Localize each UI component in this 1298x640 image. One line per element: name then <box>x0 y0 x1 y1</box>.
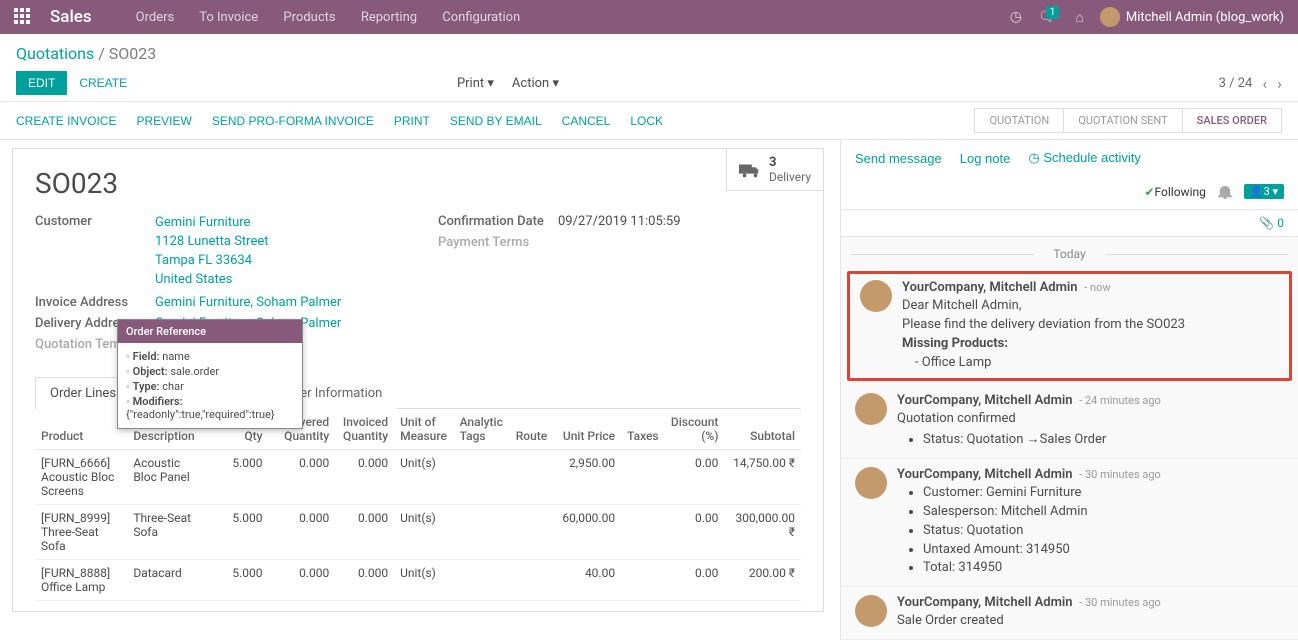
cancel-button[interactable]: CANCEL <box>562 114 611 128</box>
pager-next-icon[interactable]: › <box>1277 74 1282 93</box>
col-unit-price[interactable]: Unit Price <box>553 409 621 450</box>
menu-to-invoice[interactable]: To Invoice <box>199 10 258 25</box>
apps-icon[interactable] <box>14 8 32 26</box>
avatar <box>855 467 887 499</box>
stage-quotation[interactable]: QUOTATION <box>974 108 1064 133</box>
main-menu: Orders To Invoice Products Reporting Con… <box>136 10 543 25</box>
gift-icon[interactable]: ⌂ <box>1075 9 1083 26</box>
label-invoice-address: Invoice Address <box>35 295 155 310</box>
col-discount[interactable]: Discount (%) <box>665 409 725 450</box>
attachment-icon: 📎 <box>1259 216 1274 230</box>
label-customer: Customer <box>35 214 155 289</box>
send-message-button[interactable]: Send message <box>855 151 942 166</box>
table-row[interactable]: [FURN_6666] Acoustic Bloc ScreensAcousti… <box>35 450 801 505</box>
stage-sales-order[interactable]: SALES ORDER <box>1182 108 1282 133</box>
bell-icon[interactable] <box>1218 185 1232 199</box>
label-confirmation-date: Confirmation Date <box>438 214 558 229</box>
col-invoiced-qty[interactable]: Invoiced Quantity <box>335 409 394 450</box>
table-row[interactable]: [FURN_8999] Three-Seat SofaThree-Seat So… <box>35 505 801 560</box>
col-route[interactable]: Route <box>509 409 553 450</box>
col-taxes[interactable]: Taxes <box>621 409 665 450</box>
create-invoice-button[interactable]: CREATE INVOICE <box>16 114 116 128</box>
date-separator: Today <box>841 237 1298 271</box>
user-name: Mitchell Admin (blog_work) <box>1126 10 1284 25</box>
messaging-icon[interactable]: 🗨1 <box>1038 9 1059 25</box>
lock-button[interactable]: LOCK <box>630 114 663 128</box>
message: YourCompany, Mitchell Admin - 24 minutes… <box>841 385 1298 459</box>
order-lines-table: Product Description Ordered Qty Delivere… <box>35 409 801 601</box>
field-tooltip: Order Reference Field: name Object: sale… <box>117 319 303 429</box>
breadcrumb-root[interactable]: Quotations <box>16 44 94 63</box>
control-panel: Quotations / SO023 EDIT CREATE Print ▾ A… <box>0 34 1298 102</box>
send-pro-forma-button[interactable]: SEND PRO-FORMA INVOICE <box>212 114 374 128</box>
avatar <box>1100 7 1120 27</box>
schedule-activity-button[interactable]: ◷ Schedule activity <box>1028 150 1141 166</box>
stage-quotation-sent[interactable]: QUOTATION SENT <box>1063 108 1182 133</box>
avatar <box>860 280 892 312</box>
attachment-count[interactable]: 📎 0 <box>841 210 1298 237</box>
pager-value: 3 / 24 <box>1219 76 1253 91</box>
following-status[interactable]: Following <box>1144 185 1205 199</box>
person-icon: 👤 <box>1250 185 1264 198</box>
print-button[interactable]: PRINT <box>394 114 430 128</box>
breadcrumb: Quotations / SO023 <box>16 44 1282 63</box>
delivery-count: 3 <box>769 155 811 170</box>
table-row[interactable]: [FURN_8888] Office LampDatacard5.0000.00… <box>35 560 801 601</box>
label-payment-terms: Payment Terms <box>438 235 558 250</box>
col-uom[interactable]: Unit of Measure <box>394 409 454 450</box>
chatter: Send message Log note ◷ Schedule activit… <box>840 140 1298 640</box>
delivery-label: Delivery <box>769 170 811 184</box>
tooltip-title: Order Reference <box>118 320 302 343</box>
record-title: SO023 <box>35 167 801 200</box>
message: YourCompany, Mitchell Admin - nowDear Mi… <box>847 271 1292 381</box>
pager: 3 / 24 ‹ › <box>1219 74 1282 93</box>
preview-button[interactable]: PREVIEW <box>136 114 191 128</box>
delivery-stat-button[interactable]: 3 Delivery <box>726 149 823 191</box>
caret-down-icon: ▾ <box>552 76 559 91</box>
main-navbar: Sales Orders To Invoice Products Reporti… <box>0 0 1298 34</box>
message: YourCompany, Mitchell Admin - 30 minutes… <box>841 459 1298 587</box>
avatar <box>855 393 887 425</box>
confirmation-date: 09/27/2019 11:05:59 <box>558 214 681 229</box>
form-sheet: 3 Delivery SO023 Order Reference Field: … <box>12 148 824 612</box>
pager-prev-icon[interactable]: ‹ <box>1262 74 1267 93</box>
menu-products[interactable]: Products <box>283 10 335 25</box>
user-menu[interactable]: Mitchell Admin (blog_work) <box>1100 7 1284 27</box>
menu-configuration[interactable]: Configuration <box>442 10 520 25</box>
truck-icon <box>739 162 761 178</box>
clock-icon: ◷ <box>1028 150 1039 165</box>
follower-count[interactable]: 👤3 ▾ <box>1244 184 1284 199</box>
col-subtotal[interactable]: Subtotal <box>724 409 801 450</box>
col-tags[interactable]: Analytic Tags <box>454 409 509 450</box>
menu-orders[interactable]: Orders <box>136 10 175 25</box>
log-note-button[interactable]: Log note <box>960 151 1011 166</box>
menu-reporting[interactable]: Reporting <box>361 10 417 25</box>
caret-down-icon: ▾ <box>487 76 494 91</box>
action-bar: CREATE INVOICE PREVIEW SEND PRO-FORMA IN… <box>0 102 1298 140</box>
action-dropdown[interactable]: Action ▾ <box>512 76 559 91</box>
app-title: Sales <box>50 7 92 27</box>
clock-icon[interactable]: ◷ <box>1010 9 1022 25</box>
print-dropdown[interactable]: Print ▾ <box>457 76 494 91</box>
customer-link[interactable]: Gemini Furniture <box>155 214 269 233</box>
create-button[interactable]: CREATE <box>79 76 127 90</box>
message: YourCompany, Mitchell Admin - 30 minutes… <box>841 587 1298 640</box>
col-product[interactable]: Product <box>35 409 127 450</box>
status-bar: QUOTATION QUOTATION SENT SALES ORDER <box>975 108 1282 133</box>
invoice-address-link[interactable]: Gemini Furniture, Soham Palmer <box>155 295 341 310</box>
edit-button[interactable]: EDIT <box>16 71 67 95</box>
breadcrumb-leaf: SO023 <box>109 44 156 63</box>
avatar <box>855 595 887 627</box>
send-email-button[interactable]: SEND BY EMAIL <box>450 114 542 128</box>
